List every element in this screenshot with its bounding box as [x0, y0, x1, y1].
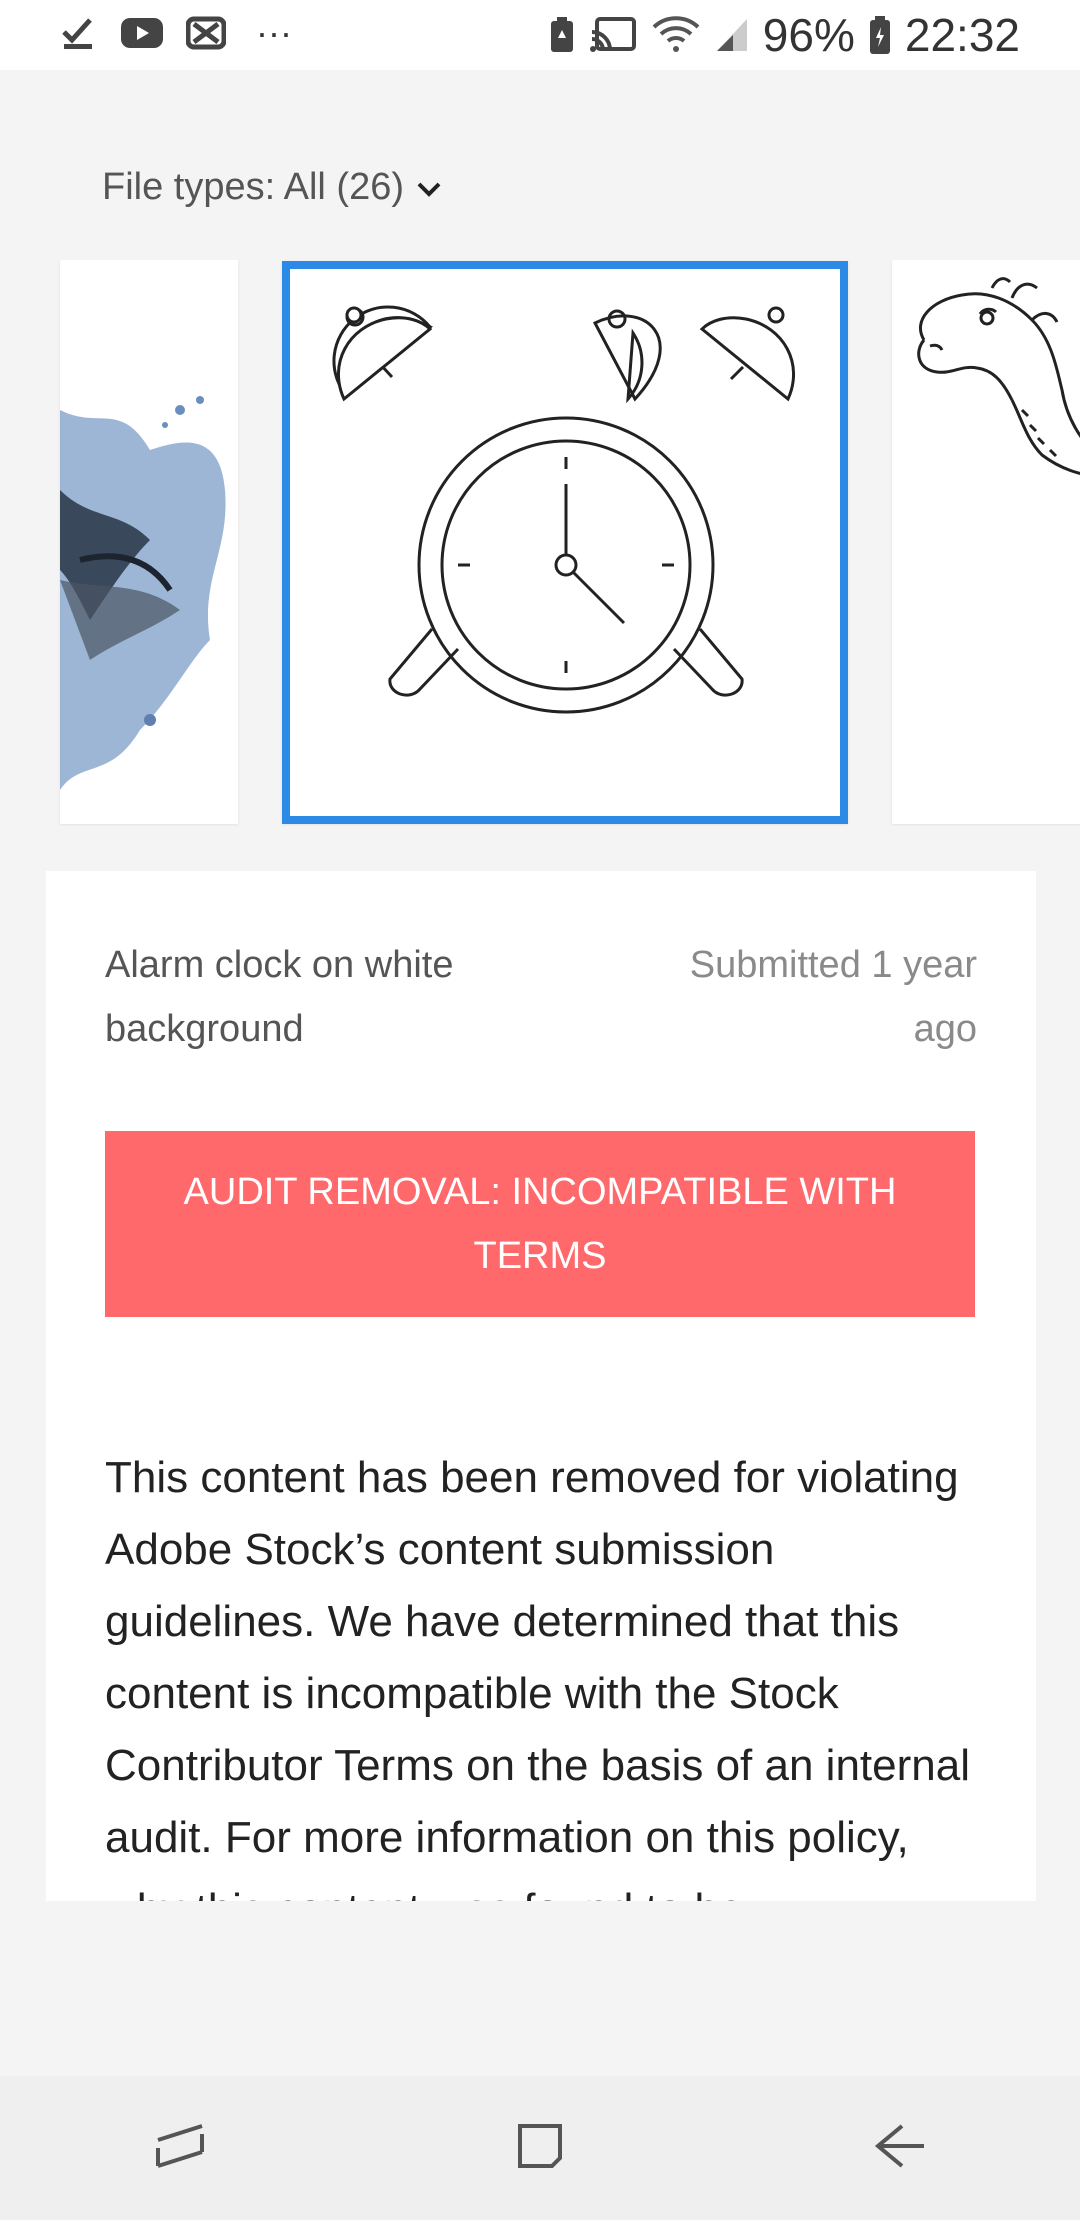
camel-thumbnail[interactable]: [892, 260, 1080, 824]
download-complete-icon: [60, 14, 98, 52]
removal-explanation: This content has been removed for violat…: [105, 1453, 970, 1901]
alarm-clock-thumbnail[interactable]: [282, 261, 848, 824]
system-indicators: 96% 22:32: [549, 8, 1020, 62]
recent-apps-button[interactable]: [120, 2088, 240, 2208]
recent-apps-icon: [152, 2118, 208, 2179]
back-button[interactable]: [840, 2088, 960, 2208]
watercolor-animal-thumbnail[interactable]: [60, 260, 238, 824]
status-label: AUDIT REMOVAL: INCOMPATIBLE WITH TERMS: [183, 1171, 897, 1277]
back-icon: [872, 2118, 928, 2179]
asset-carousel[interactable]: [0, 260, 1080, 826]
battery-saver-icon: [549, 16, 575, 54]
file-types-label: File types: All (26): [102, 166, 404, 208]
notification-icons: ···: [60, 12, 292, 54]
home-icon: [512, 2118, 568, 2179]
chevron-down-icon: [416, 166, 442, 209]
signal-icon: [715, 17, 749, 53]
alarm-clock-illustration: [290, 269, 840, 816]
wifi-icon: [651, 15, 701, 55]
status-badge: AUDIT REMOVAL: INCOMPATIBLE WITH TERMS: [105, 1131, 975, 1317]
navigation-bar: [0, 2076, 1080, 2220]
asset-detail-panel: Alarm clock on white background Submitte…: [46, 871, 1036, 1901]
app-notification-icon: [186, 16, 226, 50]
more-notifications-icon: ···: [256, 12, 292, 53]
submitted-date: Submitted 1 year ago: [689, 944, 977, 1050]
cast-icon: [589, 16, 637, 54]
clock: 22:32: [904, 9, 1020, 61]
asset-title: Alarm clock on white background: [105, 944, 454, 1050]
battery-icon: [869, 15, 891, 55]
status-bar: ··· 96% 22:32: [0, 0, 1080, 70]
home-button[interactable]: [480, 2088, 600, 2208]
battery-percent: 96%: [762, 9, 855, 61]
youtube-icon: [120, 16, 164, 50]
file-types-filter[interactable]: File types: All (26): [102, 166, 442, 209]
